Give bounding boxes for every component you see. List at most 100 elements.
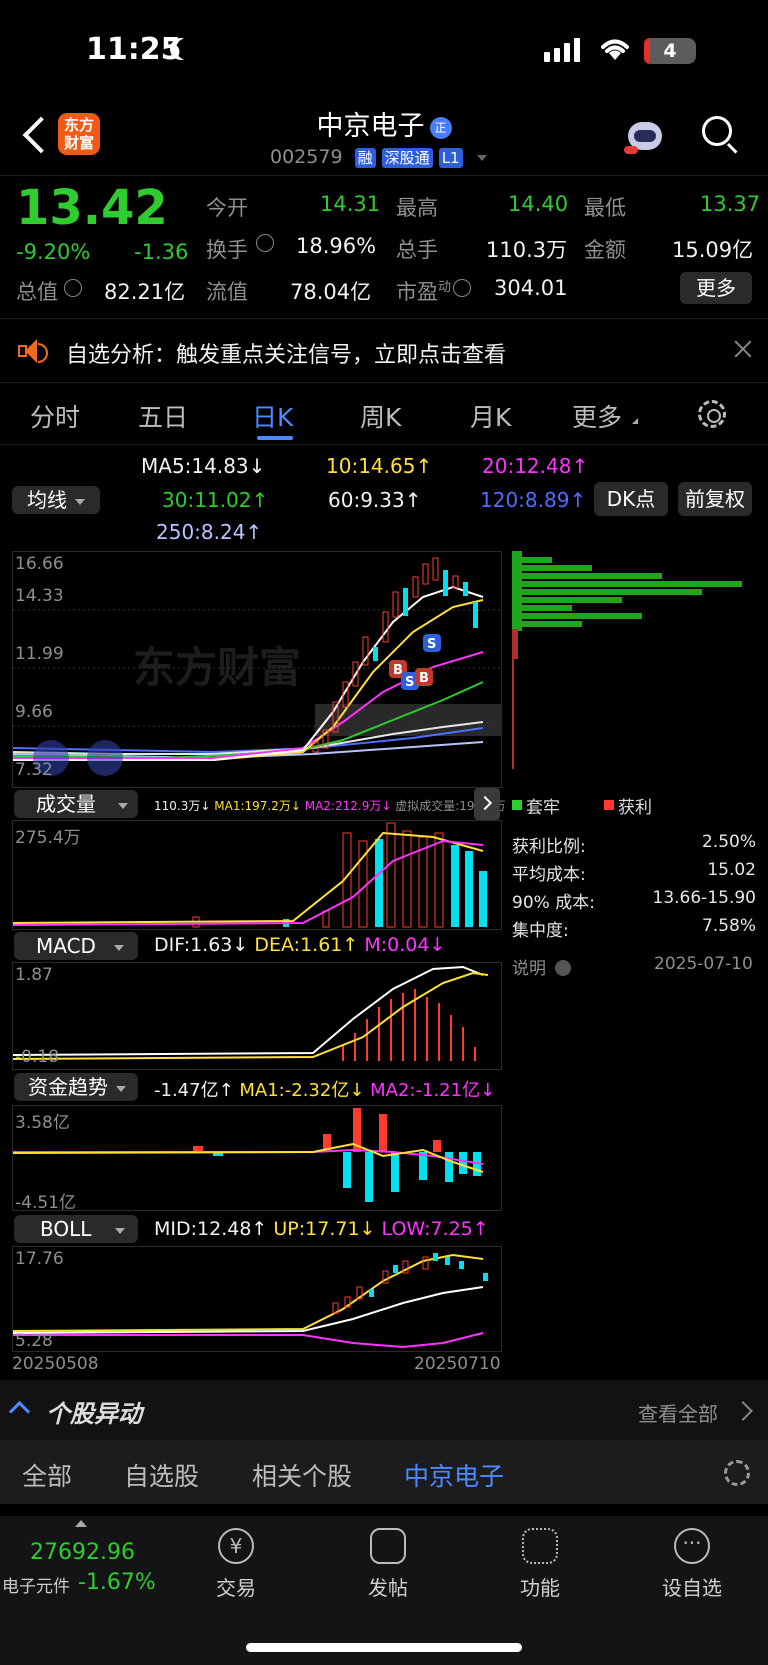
macd-y-top: 1.87 (15, 965, 53, 985)
kline-y-label: 14.33 (15, 586, 64, 606)
signal-icon (544, 38, 584, 62)
grid-icon (522, 1528, 558, 1564)
anomaly-title: 个股异动 (46, 1400, 142, 1428)
volume-selector[interactable]: 成交量 (14, 790, 138, 818)
tab-intraday[interactable]: 分时 (30, 398, 80, 434)
kline-y-label: 7.32 (15, 760, 53, 780)
ma-selector[interactable]: 均线 (12, 486, 100, 514)
volume-chart[interactable]: 275.4万 (12, 820, 502, 930)
kline-y-label: 11.99 (15, 644, 64, 664)
fund-selector[interactable]: 资金趋势 (14, 1073, 138, 1101)
pe-sup: 动 (438, 280, 452, 295)
svg-text:B: B (419, 671, 429, 686)
battery-icon: 4 (644, 38, 696, 64)
legend-trapped: 套牢 (526, 798, 560, 818)
high-label: 最高 (396, 196, 438, 220)
turnover-label: 换手 (206, 238, 248, 262)
macd-selector[interactable]: MACD (14, 932, 138, 960)
info-icon[interactable] (256, 234, 274, 252)
info-icon[interactable] (64, 279, 82, 297)
verified-badge: 正 (429, 117, 452, 139)
expand-arrow-icon[interactable] (474, 788, 500, 820)
high-value: 14.40 (508, 192, 569, 216)
boll-legend: MID:12.48↑ UP:17.71↓ LOW:7.25↑ (154, 1218, 489, 1240)
chevron-up-icon[interactable] (75, 1520, 87, 1527)
nav-add-watchlist[interactable]: ··· 设自选 (654, 1528, 730, 1601)
banner-text[interactable]: 自选分析：触发重点关注信号，立即点击查看 (66, 337, 506, 369)
chevron-down-icon (476, 154, 487, 161)
tab-more[interactable]: 更多 (572, 398, 622, 434)
fund-y-top: 3.58亿 (15, 1113, 70, 1133)
filter-tab-watchlist[interactable]: 自选股 (124, 1457, 199, 1493)
chip-row: 90% 成本: 13.66-15.90 (512, 888, 756, 913)
boll-y-bottom: 5.28 (15, 1331, 53, 1351)
date-start: 20250508 (12, 1354, 99, 1374)
ma10-label: 10:14.65↑ (326, 454, 433, 478)
nav-post[interactable]: 发帖 (358, 1528, 418, 1601)
edit-icon (370, 1528, 406, 1564)
more-dots-icon: ··· (674, 1528, 710, 1564)
fund-chart[interactable]: 3.58亿 -4.51亿 (12, 1105, 502, 1213)
battery-level: 4 (663, 40, 677, 62)
index-value[interactable]: 27692.96 (30, 1540, 135, 1565)
nav-features[interactable]: 功能 (510, 1528, 570, 1601)
index-change: -1.67% (78, 1570, 156, 1595)
close-icon[interactable] (734, 340, 752, 358)
robot-assistant-icon[interactable] (624, 116, 666, 156)
ma20-label: 20:12.48↑ (482, 454, 589, 478)
adjust-button[interactable]: 前复权 (678, 482, 752, 516)
stock-code-row[interactable]: 002579 融 深股通 L1 (270, 146, 487, 172)
settings-icon[interactable] (724, 1460, 750, 1486)
more-button[interactable]: 更多 (680, 272, 752, 304)
chevron-down-icon (118, 802, 128, 809)
kline-y-label: 16.66 (15, 554, 64, 574)
open-value: 14.31 (320, 192, 381, 216)
macd-y-bottom: -0.18 (15, 1047, 59, 1067)
amount-label: 金额 (584, 238, 626, 262)
stock-name: 中京电子 (316, 111, 425, 142)
chevron-down-icon (116, 1085, 126, 1092)
boll-chart[interactable]: 17.76 5.28 (12, 1246, 502, 1352)
chevron-down-icon (113, 944, 124, 951)
filter-tab-all[interactable]: 全部 (22, 1457, 72, 1493)
boll-selector[interactable]: BOLL (14, 1215, 138, 1243)
chip-row: 获利比例: 2.50% (512, 832, 756, 857)
search-icon[interactable] (702, 116, 738, 154)
tab-five-day[interactable]: 五日 (138, 398, 188, 434)
dk-button[interactable]: DK点 (594, 482, 668, 516)
svg-text:S: S (427, 637, 436, 652)
view-all-link[interactable]: 查看全部 (638, 1398, 718, 1427)
change-amount: -1.36 (134, 240, 189, 264)
nav-trade[interactable]: ¥ 交易 (206, 1528, 266, 1601)
amount-value: 15.09亿 (672, 238, 754, 262)
wifi-icon (598, 36, 632, 62)
filter-tab-stock[interactable]: 中京电子 (404, 1457, 504, 1493)
macd-chart[interactable]: 1.87 -0.18 (12, 962, 502, 1070)
volume-value: 110.3万 (486, 238, 568, 262)
filter-tab-related[interactable]: 相关个股 (252, 1457, 352, 1493)
tab-daily-k[interactable]: 日K (252, 398, 293, 434)
tag-connect: 深股通 (381, 148, 433, 168)
volume-y-label: 275.4万 (15, 828, 81, 848)
mktcap-value: 82.21亿 (104, 280, 186, 304)
ma30-label: 30:11.02↑ (162, 488, 269, 512)
currency-icon: ¥ (218, 1528, 254, 1564)
tab-weekly-k[interactable]: 周K (360, 398, 401, 434)
gear-icon[interactable] (698, 400, 726, 428)
chip-date: 2025-07-10 (654, 954, 753, 974)
ma120-label: 120:8.89↑ (480, 488, 587, 512)
change-percent: -9.20% (16, 240, 91, 264)
legend-profit: 获利 (618, 798, 652, 818)
low-label: 最低 (584, 196, 626, 220)
tag-level: L1 (438, 148, 463, 168)
open-label: 今开 (206, 196, 248, 220)
volume-label: 总手 (396, 238, 438, 262)
svg-text:S: S (405, 675, 414, 690)
kline-chart[interactable]: 东方财富 S B S B 16.66 14.33 11.99 9.66 7.32 (12, 551, 502, 788)
tab-monthly-k[interactable]: 月K (470, 398, 511, 434)
chevron-down-icon (75, 498, 85, 505)
info-icon[interactable] (453, 279, 472, 297)
stock-code: 002579 (270, 146, 343, 168)
low-value: 13.37 (700, 192, 761, 216)
chip-note[interactable]: 说明 (512, 954, 572, 979)
